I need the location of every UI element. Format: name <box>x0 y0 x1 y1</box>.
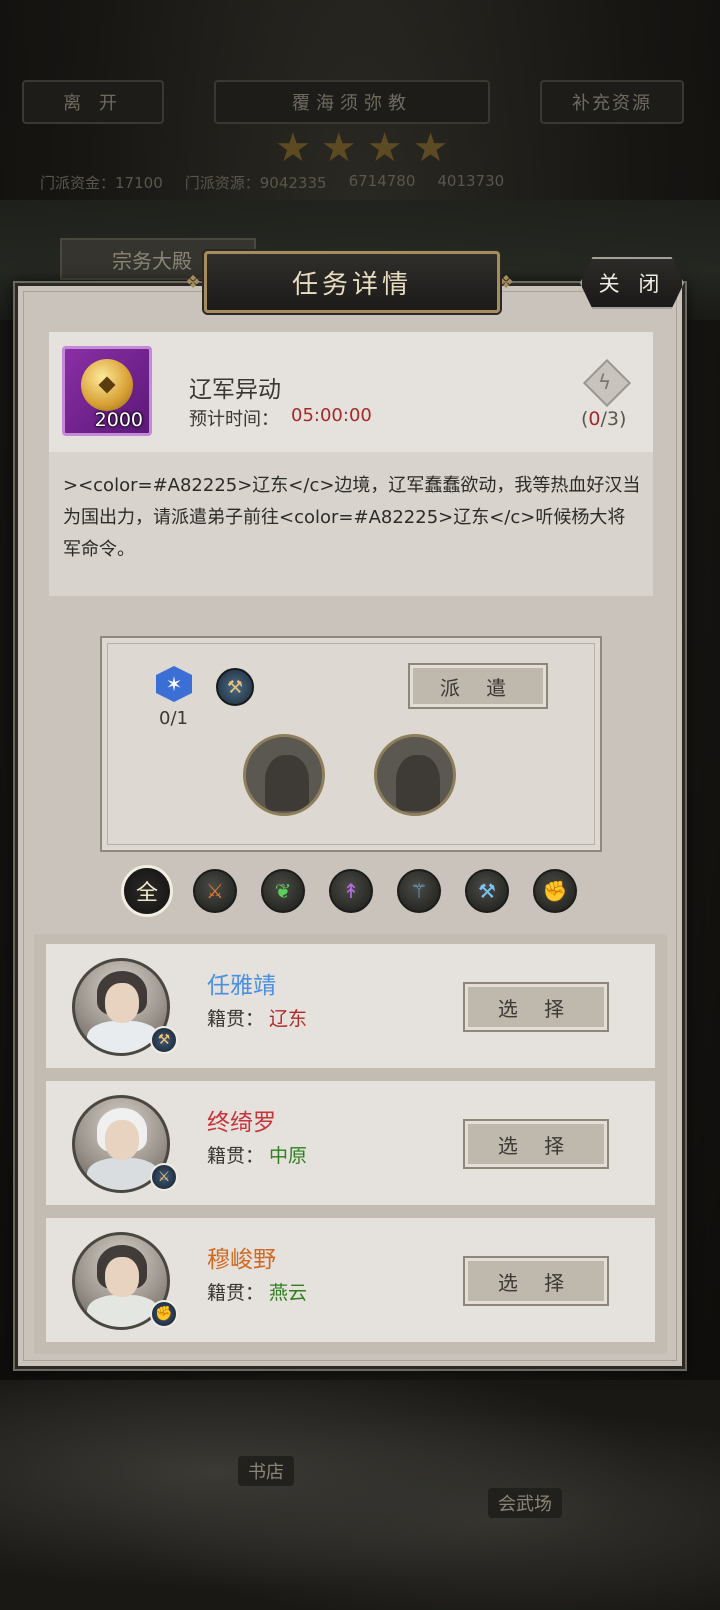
origin-label: 籍贯： <box>207 1145 265 1167</box>
origin-label: 籍贯： <box>207 1282 265 1304</box>
select-button[interactable]: 选 择 <box>463 982 609 1032</box>
eta-value: 05:00:00 <box>291 405 372 426</box>
resources-group: 门派资源：9042335 <box>185 172 327 196</box>
coin-icon <box>81 359 133 411</box>
task-progress: (0/3) <box>581 408 627 430</box>
title-ornament-right: ❖ <box>498 272 515 293</box>
hammer-class-icon: ⚒ <box>150 1026 178 1054</box>
select-button[interactable]: 选 择 <box>463 1256 609 1306</box>
hammer-class-icon: ⚒ <box>216 668 254 706</box>
disciple-slot-2[interactable] <box>374 734 456 816</box>
disciple-row: ⚒ 任雅靖 籍贯： 辽东 选 择 <box>46 944 655 1068</box>
filter-sword[interactable]: ⚔ <box>193 869 237 913</box>
funds-label: 门派资金： <box>40 174 116 192</box>
dispatch-button[interactable]: 派 遣 <box>408 663 548 709</box>
reward-item[interactable]: 2000 <box>62 346 152 436</box>
reward-count: 2000 <box>94 409 143 431</box>
dispatch-area: ✶ 0/1 ⚒ 派 遣 <box>100 636 602 852</box>
leave-button[interactable]: 离 开 <box>22 80 164 124</box>
leaf-blade-class-icon: ❦ <box>274 879 292 903</box>
resource-value-2: 6714780 <box>348 172 416 190</box>
origin-value: 辽东 <box>269 1008 308 1030</box>
sword-class-icon: ⚔ <box>150 1163 178 1191</box>
progress-current: 0 <box>588 408 601 430</box>
funds-value: 17100 <box>115 174 163 192</box>
supply-button[interactable]: 补充资源 <box>540 80 684 124</box>
disciple-row: ✊ 穆峻野 籍贯： 燕云 选 择 <box>46 1218 655 1342</box>
star-icon: ★ <box>412 125 449 171</box>
spear-class-icon: ↟ <box>342 879 360 903</box>
star-icon: ★ <box>366 125 403 171</box>
disciple-row: ⚔ 终绮罗 籍贯： 中原 选 择 <box>46 1081 655 1205</box>
required-count: 0/1 <box>159 708 188 729</box>
star-icon: ★ <box>320 125 357 171</box>
filter-staff[interactable]: ⚚ <box>397 869 441 913</box>
close-button[interactable]: 关 闭 <box>580 257 684 309</box>
funds-group: 门派资金：17100 <box>40 172 163 196</box>
task-card: 2000 辽军异动 预计时间： 05:00:00 ϟ (0/3) ><color… <box>49 332 653 596</box>
disciple-slot-1[interactable] <box>243 734 325 816</box>
task-header: 2000 辽军异动 预计时间： 05:00:00 ϟ (0/3) <box>49 332 653 452</box>
filter-hammer[interactable]: ⚒ <box>465 869 509 913</box>
resources-label: 门派资源： <box>184 174 260 192</box>
sect-name-plate: 覆海须弥教 <box>214 80 490 124</box>
hammer-class-icon: ⚒ <box>478 879 496 903</box>
fist-class-icon: ✊ <box>542 879 568 903</box>
staff-class-icon: ⚚ <box>410 879 428 903</box>
filter-all[interactable]: 全 <box>121 865 173 917</box>
disciple-name: 终绮罗 <box>207 1110 276 1136</box>
task-name: 辽军异动 <box>189 377 281 403</box>
filter-leaf-blade[interactable]: ❦ <box>261 869 305 913</box>
arena-label[interactable]: 会武场 <box>488 1488 562 1518</box>
silhouette-icon <box>396 755 440 811</box>
silhouette-icon <box>265 755 309 811</box>
star-icon: ★ <box>275 125 311 171</box>
disciple-name: 任雅靖 <box>207 973 276 999</box>
sword-class-icon: ⚔ <box>206 879 224 903</box>
origin-value: 燕云 <box>269 1282 308 1304</box>
lightning-icon: ϟ <box>598 370 612 394</box>
filter-spear[interactable]: ↟ <box>329 869 373 913</box>
dialog-title: 任务详情 <box>204 251 500 313</box>
filter-fist[interactable]: ✊ <box>533 869 577 913</box>
fist-class-icon: ✊ <box>150 1300 178 1328</box>
select-button[interactable]: 选 择 <box>463 1119 609 1169</box>
origin-label: 籍贯： <box>207 1008 265 1030</box>
disciple-name: 穆峻野 <box>207 1247 276 1273</box>
resource-bar: 门派资金：17100 门派资源：9042335 6714780 4013730 <box>40 172 680 196</box>
bookstore-label[interactable]: 书店 <box>238 1456 294 1486</box>
resource-value-1: 9042335 <box>259 174 327 192</box>
resource-value-3: 4013730 <box>437 172 505 190</box>
background-town <box>0 1380 720 1610</box>
sect-stars: ★ ★ ★ ★ <box>275 128 448 168</box>
task-description: ><color=#A82225>辽东</c>边境，辽军蠢蠢欲动，我等热血好汉当为… <box>63 475 641 560</box>
origin-value: 中原 <box>269 1145 308 1167</box>
eta-label: 预计时间： <box>189 409 279 430</box>
